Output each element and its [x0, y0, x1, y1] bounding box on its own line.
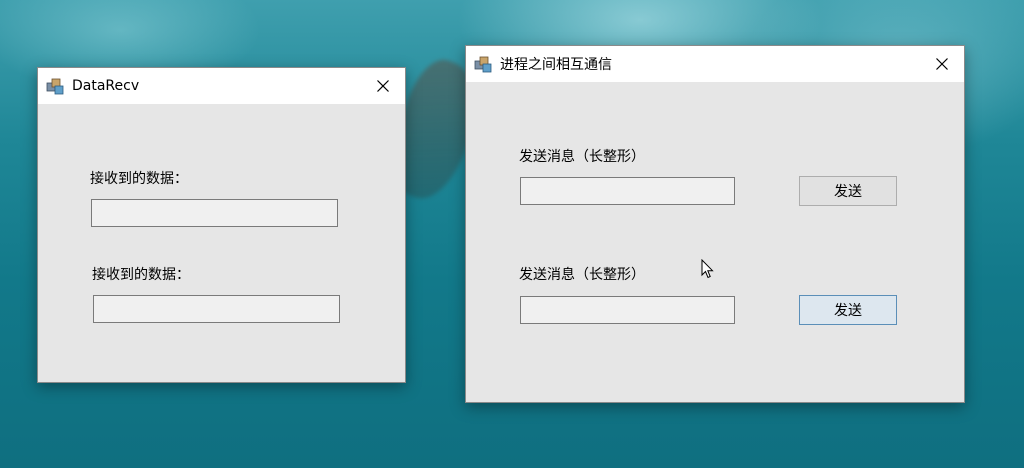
- desktop-background: DataRecv 接收到的数据： 接收到的数据： 进程之间相互通信 发送消息（长…: [0, 0, 1024, 468]
- send-message-label-1: 发送消息（长整形）: [519, 149, 645, 165]
- close-icon: [936, 58, 948, 70]
- received-data-label-2: 接收到的数据：: [92, 267, 190, 283]
- ipc-window: 进程之间相互通信 发送消息（长整形） 发送 发送消息（长整形） 发送: [465, 45, 965, 403]
- window-title: 进程之间相互通信: [500, 57, 612, 73]
- datarecv-window: DataRecv 接收到的数据： 接收到的数据：: [37, 67, 406, 383]
- received-data-field-2[interactable]: [93, 295, 340, 323]
- app-icon: [474, 55, 492, 73]
- mouse-pointer-icon: [701, 258, 715, 279]
- send-button-2[interactable]: 发送: [799, 295, 897, 325]
- close-button[interactable]: [920, 46, 964, 82]
- close-button[interactable]: [361, 68, 405, 104]
- send-message-field-1[interactable]: [520, 177, 735, 205]
- send-message-field-2[interactable]: [520, 296, 735, 324]
- received-data-label-1: 接收到的数据：: [90, 171, 188, 187]
- send-message-label-2: 发送消息（长整形）: [519, 267, 645, 283]
- ipc-titlebar[interactable]: 进程之间相互通信: [466, 46, 964, 82]
- datarecv-titlebar[interactable]: DataRecv: [38, 68, 405, 104]
- send-button-1[interactable]: 发送: [799, 176, 897, 206]
- close-icon: [377, 80, 389, 92]
- window-title: DataRecv: [72, 78, 140, 94]
- app-icon: [46, 77, 64, 95]
- received-data-field-1[interactable]: [91, 199, 338, 227]
